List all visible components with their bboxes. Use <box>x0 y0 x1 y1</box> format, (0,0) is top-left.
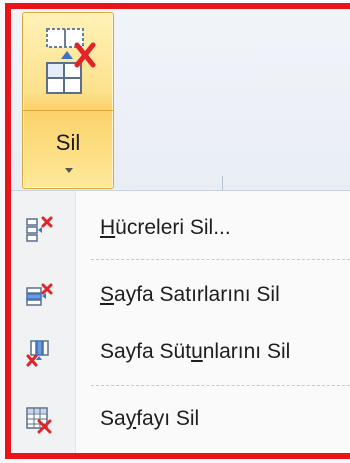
menu-item-label: Hücreleri Sil... <box>100 216 231 239</box>
delete-sheet-icon <box>26 407 52 434</box>
delete-cells-icon <box>46 28 96 94</box>
menu-item-delete-sheet-rows[interactable]: Sayfa Satırlarını Sil <box>11 268 350 324</box>
accelerator-key: H <box>100 216 116 239</box>
chevron-down-icon[interactable] <box>65 168 73 173</box>
menu-item-label: Sayfayı Sil <box>100 407 200 430</box>
menu-separator <box>91 259 350 260</box>
menu-item-label: Sayfa Satırlarını Sil <box>100 283 280 306</box>
accelerator-key: y <box>125 407 137 430</box>
ribbon-separator <box>222 176 223 190</box>
delete-button-label: Sil <box>55 130 81 155</box>
delete-menu: Hücreleri Sil... Sayfa Satırlarını Sil S… <box>11 191 350 459</box>
excel-delete-dropdown: Sil Hücreleri Sil... Sayfa Satırlarını S… <box>0 0 350 463</box>
delete-cells-icon <box>26 216 53 242</box>
delete-rows-icon <box>26 283 53 306</box>
menu-item-delete-cells[interactable]: Hücreleri Sil... <box>11 201 350 257</box>
split-divider <box>23 110 113 111</box>
accelerator-key: u <box>191 340 203 363</box>
delete-columns-icon <box>26 340 49 367</box>
menu-item-delete-sheet[interactable]: Sayfayı Sil <box>11 392 350 448</box>
delete-split-button[interactable]: Sil <box>22 12 114 189</box>
menu-item-delete-sheet-columns[interactable]: Sayfa Sütunlarını Sil <box>11 325 350 381</box>
accelerator-key: S <box>100 283 115 306</box>
menu-separator <box>91 385 350 386</box>
menu-item-label: Sayfa Sütunlarını Sil <box>100 340 291 363</box>
